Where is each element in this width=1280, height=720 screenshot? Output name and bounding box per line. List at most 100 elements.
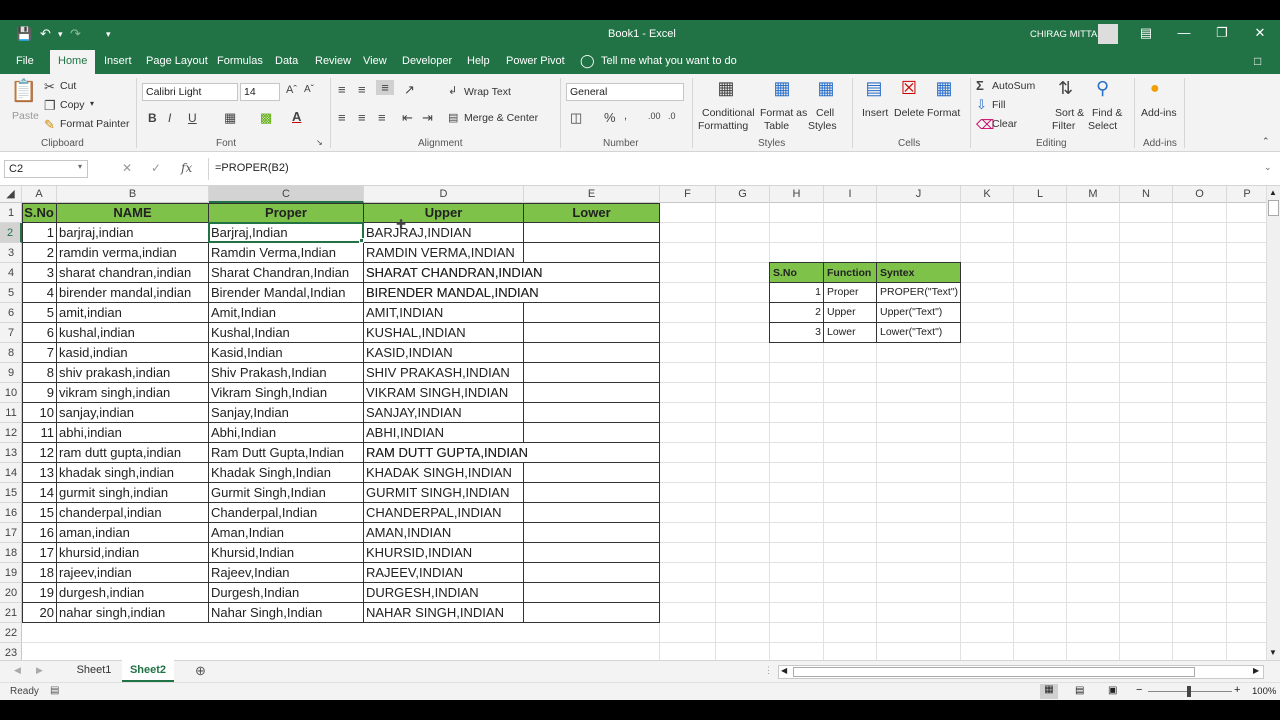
paste-icon[interactable]: 📋 [10,78,38,106]
zoom-in-icon[interactable]: + [1234,684,1240,696]
column-header[interactable]: K [961,186,1014,203]
insert-cells-icon[interactable]: ▤ [862,78,886,99]
cell-sno[interactable]: 18 [22,563,57,583]
conditional-formatting-label-2[interactable]: Formatting [698,120,748,132]
decrease-decimal-icon[interactable]: .0 [668,111,676,121]
cell-upper[interactable]: KHURSID,INDIAN [364,543,472,563]
cell-upper[interactable]: RAMDIN VERMA,INDIAN [364,243,515,263]
cell-lower[interactable] [524,363,660,383]
column-header[interactable]: B [57,186,209,203]
cell-name[interactable]: amit,indian [57,303,122,323]
format-painter-icon[interactable]: ✎ [44,117,55,133]
scroll-left-icon[interactable]: ◀ [781,666,787,675]
align-bottom-icon[interactable]: ≡ [376,80,394,95]
cell-name[interactable]: khadak singh,indian [57,463,174,483]
zoom-level[interactable]: 100% [1252,686,1276,697]
format-cells-icon[interactable]: ▦ [932,78,956,99]
increase-decimal-icon[interactable]: .00 [648,111,661,121]
cell-styles-label-1[interactable]: Cell [816,107,834,119]
cell-name[interactable]: kasid,indian [57,343,128,363]
cell-name[interactable]: khursid,indian [57,543,139,563]
insert-function-icon[interactable]: fx [181,161,192,175]
column-header[interactable]: P [1227,186,1268,203]
undo-icon[interactable]: ↶ [40,26,51,42]
cell-proper[interactable]: Vikram Singh,Indian [209,383,327,403]
row-header[interactable]: 15 [0,483,22,503]
accounting-format-icon[interactable]: ◫ [570,110,582,126]
save-icon[interactable]: 💾 [16,26,32,42]
cell-lower[interactable] [524,243,660,263]
number-format-select[interactable]: General [566,83,684,101]
name-box-dropdown-icon[interactable]: ▾ [78,162,82,171]
font-name-select[interactable]: Calibri Light [142,83,238,101]
cell-upper[interactable]: RAJEEV,INDIAN [364,563,463,583]
comments-icon[interactable]: □ [1254,54,1261,68]
column-header[interactable]: L [1014,186,1067,203]
cell-lower[interactable] [524,223,660,243]
cell-sno[interactable]: 4 [22,283,57,303]
cell-sno[interactable]: 6 [22,323,57,343]
column-header[interactable]: F [660,186,716,203]
cell-lower[interactable] [524,383,660,403]
cell-name[interactable]: kushal,indian [57,323,135,343]
cell-upper[interactable]: CHANDERPAL,INDIAN [364,503,502,523]
format-as-table-label-2[interactable]: Table [764,120,789,132]
cell-lower[interactable] [524,543,660,563]
cell-lower[interactable] [524,283,660,303]
sort-filter-icon[interactable]: ⇅ [1058,78,1073,99]
table-header-proper[interactable]: Proper [209,203,364,223]
ref-table-cell[interactable]: Upper [824,303,877,323]
horizontal-scrollbar[interactable]: ◀ ▶ [778,665,1264,679]
conditional-formatting-icon[interactable]: ▦ [714,78,738,99]
font-color-icon[interactable]: A [292,109,301,124]
cell-name[interactable]: vikram singh,indian [57,383,170,403]
tab-formulas[interactable]: Formulas [217,55,263,67]
ref-table-header[interactable]: Syntex [877,263,961,283]
column-header[interactable]: G [716,186,770,203]
row-header[interactable]: 21 [0,603,22,623]
cell-lower[interactable] [524,443,660,463]
paste-button[interactable]: Paste [12,110,39,122]
cell-sno[interactable]: 2 [22,243,57,263]
tab-page-layout[interactable]: Page Layout [146,55,208,67]
wrap-text-icon[interactable]: ↲ [448,84,457,97]
cell-lower[interactable] [524,503,660,523]
comma-style-icon[interactable]: , [624,110,627,122]
find-select-label-1[interactable]: Find & [1092,107,1122,119]
cell-proper[interactable]: Khursid,Indian [209,543,294,563]
row-header[interactable]: 13 [0,443,22,463]
find-select-label-2[interactable]: Select [1088,120,1117,132]
scroll-right-icon[interactable]: ▶ [1253,666,1259,675]
zoom-slider-thumb[interactable] [1187,686,1191,697]
cell-proper[interactable]: Kasid,Indian [209,343,283,363]
cell-lower[interactable] [524,523,660,543]
clear-button[interactable]: Clear [992,118,1017,130]
cell-proper[interactable]: Kushal,Indian [209,323,290,343]
cell-upper[interactable]: SHIV PRAKASH,INDIAN [364,363,510,383]
cell-proper[interactable]: Khadak Singh,Indian [209,463,331,483]
cell-lower[interactable] [524,423,660,443]
sort-filter-label-1[interactable]: Sort & [1055,107,1084,119]
fill-icon[interactable]: ⇩ [976,97,987,113]
fill-color-icon[interactable]: ▩ [260,110,272,126]
table-header-lower[interactable]: Lower [524,203,660,223]
increase-indent-icon[interactable]: ⇥ [422,110,433,126]
cell-sno[interactable]: 20 [22,603,57,623]
ref-table-cell[interactable]: PROPER("Text") [877,283,961,303]
align-left-icon[interactable]: ≡ [338,110,346,125]
avatar[interactable] [1098,24,1118,44]
row-header[interactable]: 11 [0,403,22,423]
tab-home[interactable]: Home [50,50,96,74]
cell-lower[interactable] [524,583,660,603]
cell-upper[interactable]: KHADAK SINGH,INDIAN [364,463,512,483]
cell-sno[interactable]: 13 [22,463,57,483]
align-right-icon[interactable]: ≡ [378,110,386,125]
ref-table-cell[interactable]: 2 [770,303,824,323]
conditional-formatting-label-1[interactable]: Conditional [702,107,755,119]
ref-table-cell[interactable]: Lower("Text") [877,323,961,343]
enter-check-icon[interactable]: ✓ [151,161,161,175]
row-header[interactable]: 22 [0,623,22,643]
cell-proper[interactable]: Birender Mandal,Indian [209,283,345,303]
cell-sno[interactable]: 5 [22,303,57,323]
tab-help[interactable]: Help [467,55,490,67]
